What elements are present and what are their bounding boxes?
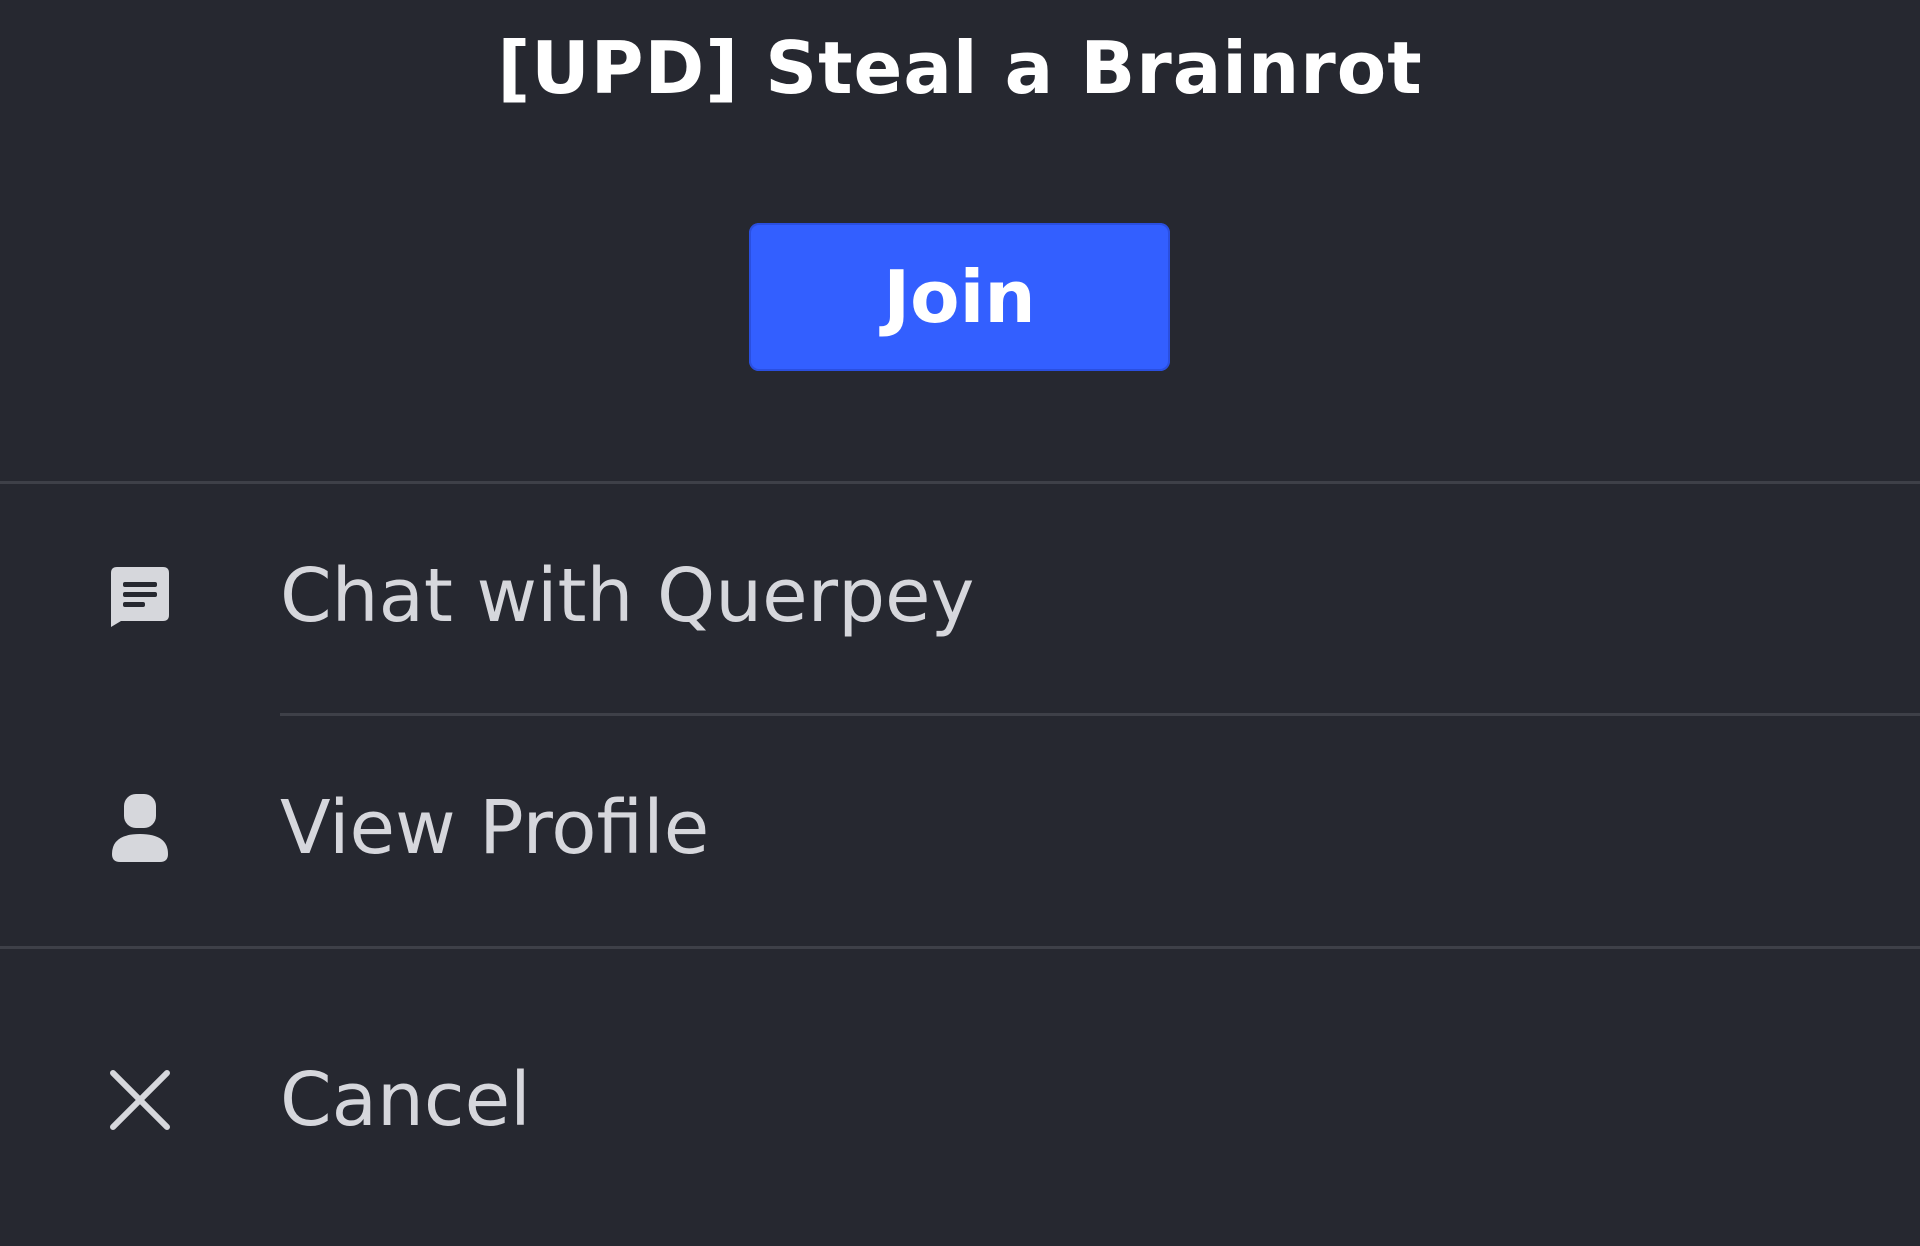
menu-item-chat-label: Chat with Querpey <box>280 553 975 639</box>
menu-item-view-profile[interactable]: View Profile <box>0 740 1920 920</box>
bottom-divider <box>0 946 1920 949</box>
menu-item-cancel-label: Cancel <box>280 1057 531 1143</box>
menu-item-cancel[interactable]: Cancel <box>0 1010 1920 1190</box>
join-button[interactable]: Join <box>749 223 1170 371</box>
top-divider <box>0 481 1920 484</box>
menu-item-chat[interactable]: Chat with Querpey <box>0 508 1920 688</box>
menu-item-view-profile-label: View Profile <box>280 785 710 871</box>
person-icon <box>104 792 176 864</box>
context-menu-sheet: [UPD] Steal a Brainrot Join Chat with Qu… <box>0 0 1920 1246</box>
close-icon <box>104 1064 176 1136</box>
chat-icon <box>104 560 176 632</box>
experience-title: [UPD] Steal a Brainrot <box>497 26 1423 110</box>
menu-divider <box>280 713 1920 716</box>
